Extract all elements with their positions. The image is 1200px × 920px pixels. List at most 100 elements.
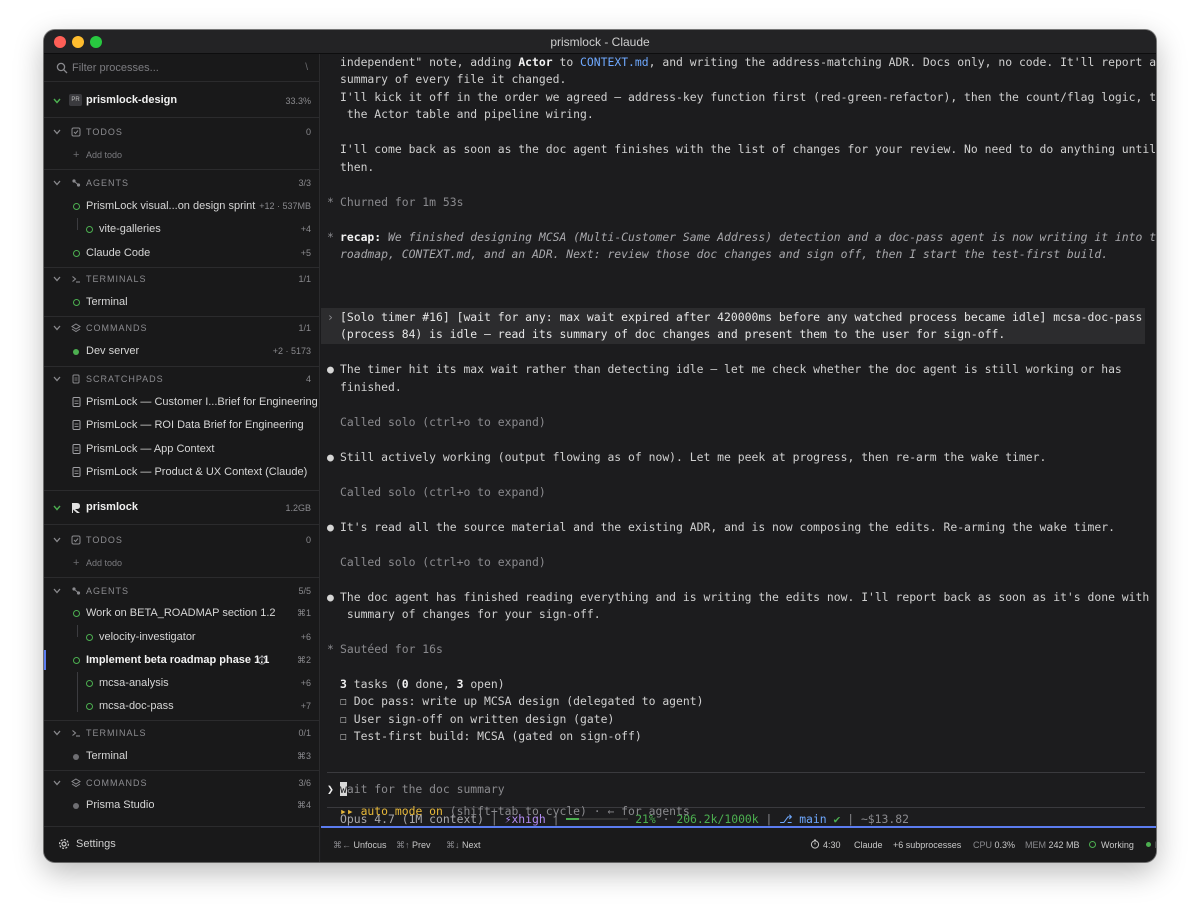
section-agents[interactable]: AGENTS 3/3 (44, 172, 319, 195)
sauteed-status: Sautéed for 16s (340, 642, 443, 656)
chevron-down-icon[interactable] (53, 97, 61, 105)
timer-icon (257, 655, 267, 665)
chevron-down-icon[interactable] (53, 729, 61, 737)
chevron-down-icon[interactable] (53, 128, 61, 136)
terminal-item[interactable]: Terminal ⌘3 (44, 745, 319, 768)
scratchpad-item[interactable]: PrismLock — Product & UX Context (Claude… (44, 461, 319, 484)
chevron-down-icon[interactable] (53, 275, 61, 283)
chevron-down-icon[interactable] (53, 536, 61, 544)
section-terminals[interactable]: TERMINALS 0/1 (44, 722, 319, 745)
bullet-icon: ● (327, 362, 334, 376)
chevron-down-icon[interactable] (53, 375, 61, 383)
command-item[interactable]: Prisma Studio ⌘4 (44, 794, 319, 817)
section-agents[interactable]: AGENTS 5/5 (44, 580, 319, 603)
running-status-icon (86, 226, 93, 233)
scratchpad-item[interactable]: PrismLock — Customer I...Brief for Engin… (44, 391, 319, 414)
running-status-icon (86, 680, 93, 687)
prismlock-logo-icon (72, 503, 80, 513)
running-status-icon (73, 203, 80, 210)
scratchpad-item[interactable]: PrismLock — ROI Data Brief for Engineeri… (44, 414, 319, 437)
section-count: 0 (305, 535, 311, 545)
section-commands[interactable]: COMMANDS 3/6 (44, 772, 319, 795)
tool-call-collapsed[interactable]: Called solo (ctrl+o to expand) (340, 554, 546, 572)
chevron-down-icon[interactable] (53, 179, 61, 187)
asterisk-icon: * (327, 642, 334, 656)
agent-item[interactable]: PrismLock visual...on design sprint +12 … (44, 195, 319, 218)
prompt-input[interactable]: wait for the doc summary (340, 781, 505, 799)
agent-item[interactable]: mcsa-analysis +6 (44, 672, 319, 695)
document-icon (72, 374, 80, 384)
scratchpad-label: PrismLock — Product & UX Context (Claude… (86, 466, 308, 478)
running-status: Running (1155, 840, 1156, 850)
chevron-down-icon[interactable] (53, 504, 61, 512)
agent-meta: +12 · 537MB (259, 201, 311, 211)
chevron-down-icon[interactable] (53, 779, 61, 787)
agent-shortcut: ⌘2 (296, 655, 311, 665)
filter-processes-input[interactable] (72, 60, 292, 76)
auto-mode-line: ▸▸ auto mode on (shift+tab to cycle) · ←… (340, 804, 690, 818)
unfocus-button[interactable]: ⌘← Unfocus (333, 840, 387, 851)
plus-icon: + (73, 149, 80, 161)
tool-call-collapsed[interactable]: Called solo (ctrl+o to expand) (340, 414, 546, 432)
output-line: I'll come back as soon as the doc agent … (340, 142, 1156, 156)
agent-label: mcsa-analysis (99, 677, 169, 689)
agent-item[interactable]: Work on BETA_ROADMAP section 1.2 ⌘1 (44, 602, 319, 625)
agent-item[interactable]: vite-galleries +4 (44, 218, 319, 241)
add-todo-button[interactable]: + Add todo (44, 145, 319, 168)
project-prismlock-design[interactable]: PR prismlock-design 33.3% (44, 87, 319, 115)
section-count: 4 (305, 374, 311, 384)
settings-button[interactable]: Settings (44, 826, 320, 862)
terminal-item[interactable]: Terminal (44, 291, 319, 314)
section-terminals[interactable]: TERMINALS 1/1 (44, 268, 319, 291)
section-count: 5/5 (298, 586, 311, 596)
project-usage: 33.3% (285, 96, 311, 106)
branch-icon: ⎇ (779, 812, 800, 826)
checkbox-icon (71, 127, 81, 137)
terminal-output[interactable]: independent" note, adding Actor to CONTE… (321, 54, 1156, 826)
next-button[interactable]: ⌘↓ Next (446, 840, 481, 851)
agent-item-active[interactable]: Implement beta roadmap phase 1.1 ⌘2 (44, 649, 319, 672)
agent-item[interactable]: velocity-investigator +6 (44, 626, 319, 649)
section-commands[interactable]: COMMANDS 1/1 (44, 317, 319, 340)
agent-item[interactable]: mcsa-doc-pass +7 (44, 695, 319, 718)
agent-meta: +5 (300, 248, 311, 258)
app-name: Claude (854, 840, 883, 850)
project-prismlock[interactable]: prismlock 1.2GB (44, 494, 319, 522)
section-todos[interactable]: TODOS 0 (44, 529, 319, 552)
prev-button[interactable]: ⌘↑ Prev (396, 840, 431, 851)
terminal-label: Terminal (86, 750, 128, 762)
scratchpad-label: PrismLock — Customer I...Brief for Engin… (86, 396, 318, 408)
chevron-down-icon[interactable] (53, 587, 61, 595)
working-status: Working (1101, 840, 1134, 850)
section-count: 1/1 (298, 274, 311, 284)
fast-forward-icon: ▸▸ (340, 804, 361, 818)
add-todo-button[interactable]: + Add todo (44, 553, 319, 576)
filter-bar: \ (44, 54, 319, 82)
cpu-usage: CPU 0.3% (973, 840, 1016, 850)
project-name: prismlock-design (86, 94, 178, 106)
asterisk-icon: * (327, 195, 334, 209)
subprocess-count[interactable]: +6 subprocesses (893, 840, 961, 850)
add-todo-label: Add todo (86, 558, 123, 568)
chevron-down-icon[interactable] (53, 324, 61, 332)
auto-mode-status: auto mode on (360, 804, 443, 818)
section-label: TODOS (86, 535, 123, 545)
layers-icon (71, 323, 81, 333)
memory-usage: MEM 242 MB (1025, 840, 1080, 850)
running-status-icon (73, 299, 80, 306)
running-status-icon (73, 349, 79, 355)
tasks-summary: 3 tasks (0 done, 3 open) (340, 677, 505, 691)
section-scratchpads[interactable]: SCRATCHPADS 4 (44, 368, 319, 391)
elapsed-timer: 4:30 (823, 840, 841, 850)
assistant-message: The doc agent has finished reading every… (340, 590, 1156, 604)
section-todos[interactable]: TODOS 0 (44, 121, 319, 144)
agent-label: vite-galleries (99, 223, 161, 235)
tool-call-collapsed[interactable]: Called solo (ctrl+o to expand) (340, 484, 546, 502)
agent-item[interactable]: Claude Code +5 (44, 242, 319, 265)
working-spinner-icon (1089, 841, 1096, 848)
window-title: prismlock - Claude (550, 35, 650, 49)
agent-label: PrismLock visual...on design sprint (86, 200, 256, 212)
scratchpad-item[interactable]: PrismLock — App Context (44, 438, 319, 461)
command-item[interactable]: Dev server +2 · 5173 (44, 340, 319, 363)
filter-shortcut: \ (305, 62, 308, 73)
